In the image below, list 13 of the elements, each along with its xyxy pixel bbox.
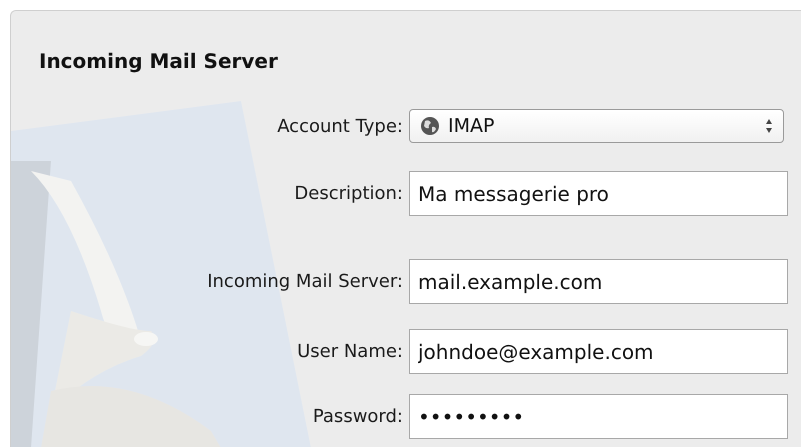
field-label: Password: <box>312 405 404 429</box>
field-label: Account Type: <box>276 114 404 138</box>
stepper-arrows-icon <box>765 118 773 134</box>
input-field[interactable]: johndoe@example.com <box>409 329 788 374</box>
field-label: Description: <box>293 182 404 206</box>
field-label: User Name: <box>296 340 404 364</box>
input-field[interactable]: Ma messagerie pro <box>409 171 788 216</box>
section-title: Incoming Mail Server <box>39 48 279 75</box>
account-type-dropdown[interactable]: IMAP <box>409 109 784 143</box>
input-field[interactable]: mail.example.com <box>409 259 788 304</box>
input-field[interactable]: ••••••••• <box>409 394 788 439</box>
field-label: Incoming Mail Server: <box>206 270 404 294</box>
globe-icon <box>420 116 440 136</box>
